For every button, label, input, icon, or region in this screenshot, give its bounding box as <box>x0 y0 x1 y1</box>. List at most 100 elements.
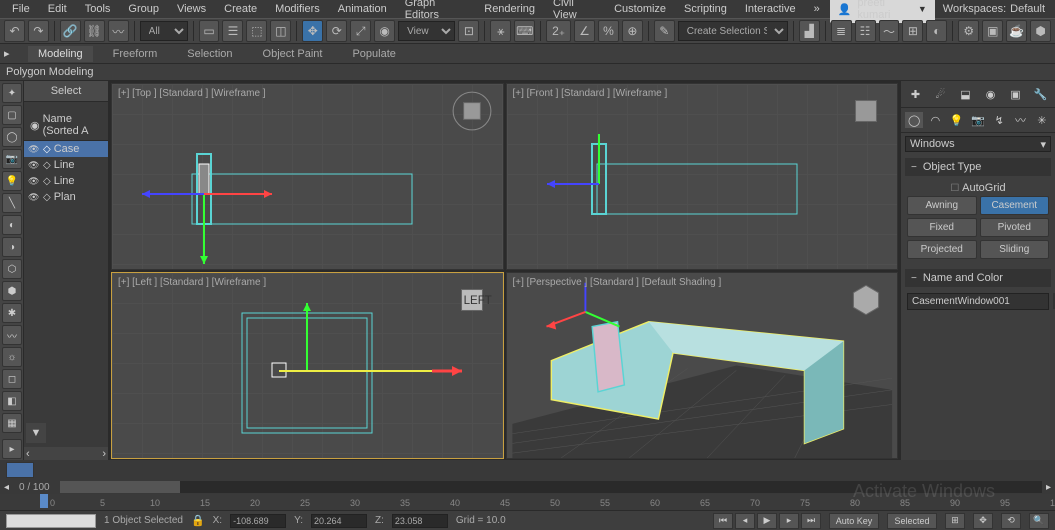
spinner-snap-button[interactable]: ⊕ <box>622 20 643 42</box>
autokey-button[interactable]: Auto Key <box>829 513 879 529</box>
lt-box[interactable]: ▢ <box>2 105 22 125</box>
arnold-button[interactable]: ⬢ <box>1030 20 1051 42</box>
redo-button[interactable]: ↷ <box>28 20 49 42</box>
tab-hierarchy[interactable]: ⬓ <box>957 85 975 103</box>
coord-x-input[interactable] <box>230 514 286 528</box>
select-move-button[interactable]: ✥ <box>302 20 323 42</box>
prev-frame-button[interactable]: ◂ <box>735 513 755 529</box>
ribbon-tab-object-paint[interactable]: Object Paint <box>253 46 333 62</box>
menu-group[interactable]: Group <box>120 1 167 17</box>
nav-a[interactable]: ⊞ <box>945 513 965 529</box>
tab-utilities[interactable]: 🔧 <box>1032 85 1050 103</box>
lt-d[interactable]: ◧ <box>2 391 22 411</box>
lt-sphere[interactable]: ◯ <box>2 127 22 147</box>
keyboard-shortcut-button[interactable]: ⌨ <box>514 20 535 42</box>
section-header-object-type[interactable]: Object Type <box>905 158 1051 176</box>
menu-rendering[interactable]: Rendering <box>476 1 543 17</box>
render-button[interactable]: ☕ <box>1006 20 1027 42</box>
btn-awning[interactable]: Awning <box>907 196 977 215</box>
viewcube-persp[interactable] <box>845 279 887 321</box>
ribbon-tab-populate[interactable]: Populate <box>342 46 405 62</box>
snap-2d-button[interactable]: 2₊ <box>546 20 571 42</box>
maxscript-input[interactable] <box>6 514 96 528</box>
btn-pivoted[interactable]: Pivoted <box>980 218 1050 237</box>
cat-lights[interactable]: 💡 <box>948 112 966 128</box>
btn-casement[interactable]: Casement <box>980 196 1050 215</box>
percent-snap-button[interactable]: % <box>598 20 619 42</box>
menu-modifiers[interactable]: Modifiers <box>267 1 328 17</box>
curve-editor-button[interactable]: 〜 <box>879 20 900 42</box>
link-button[interactable]: 🔗 <box>60 20 81 42</box>
scene-item-plane[interactable]: 👁◇ Plan <box>24 189 108 205</box>
lt-space[interactable]: 〰 <box>2 325 22 345</box>
autogrid-checkbox[interactable]: ☐ AutoGrid <box>905 180 1051 196</box>
select-object-button[interactable]: ▭ <box>199 20 220 42</box>
viewport-layout-button[interactable] <box>6 462 34 478</box>
named-selection-dropdown[interactable]: Create Selection Se <box>678 21 788 41</box>
filter-icon[interactable]: ▼ <box>26 423 46 443</box>
cat-spacewarps[interactable]: 〰 <box>1012 112 1030 128</box>
nav-d[interactable]: 🔍 <box>1029 513 1049 529</box>
ribbon-tab-modeling[interactable]: Modeling <box>28 46 93 62</box>
btn-projected[interactable]: Projected <box>907 240 977 259</box>
viewport-label[interactable]: [+] [Top ] [Standard ] [Wireframe ] <box>118 88 266 99</box>
btn-sliding[interactable]: Sliding <box>980 240 1050 259</box>
time-slider[interactable] <box>40 494 48 508</box>
lt-create[interactable]: ✦ <box>2 83 22 103</box>
cat-systems[interactable]: ✳ <box>1033 112 1051 128</box>
cat-shapes[interactable]: ◠ <box>926 112 944 128</box>
render-frame-button[interactable]: ▣ <box>982 20 1003 42</box>
lt-camera[interactable]: 📷 <box>2 149 22 169</box>
key-filter-button[interactable]: Selected <box>887 513 937 529</box>
next-frame-button[interactable]: ▸ <box>779 513 799 529</box>
lt-b[interactable]: ⬢ <box>2 281 22 301</box>
viewport-left[interactable]: [+] [Left ] [Standard ] [Wireframe ] LEF… <box>111 272 504 459</box>
scene-item-line2[interactable]: 👁◇ Line <box>24 173 108 189</box>
nav-b[interactable]: ✥ <box>973 513 993 529</box>
ribbon-tab-freeform[interactable]: Freeform <box>103 46 168 62</box>
ribbon-tab-selection[interactable]: Selection <box>177 46 242 62</box>
tab-display[interactable]: ▣ <box>1007 85 1025 103</box>
scene-item-casement[interactable]: 👁◇ Case <box>24 141 108 157</box>
angle-snap-button[interactable]: ∠ <box>574 20 595 42</box>
lt-e[interactable]: ▦ <box>2 413 22 433</box>
cat-cameras[interactable]: 📷 <box>969 112 987 128</box>
lt-light[interactable]: 💡 <box>2 171 22 191</box>
timeline-ruler[interactable]: 0510152025303540455055606570758085909510… <box>0 494 1055 510</box>
tab-modify[interactable]: ☄ <box>932 85 950 103</box>
subcategory-dropdown[interactable]: Windows▾ <box>905 136 1051 152</box>
select-rotate-button[interactable]: ⟳ <box>326 20 347 42</box>
menu-overflow[interactable]: » <box>806 1 828 17</box>
lt-a[interactable]: ⬡ <box>2 259 22 279</box>
viewcube-left[interactable]: LEFT <box>451 279 493 321</box>
menu-views[interactable]: Views <box>169 1 214 17</box>
undo-button[interactable]: ↶ <box>4 20 25 42</box>
viewport-top[interactable]: [+] [Top ] [Standard ] [Wireframe ] <box>111 83 504 270</box>
viewport-label[interactable]: [+] [Perspective ] [Standard ] [Default … <box>513 277 722 288</box>
viewcube-top[interactable] <box>451 90 493 132</box>
scene-column-header[interactable]: ◉ Name (Sorted A <box>24 110 108 141</box>
tab-create[interactable]: ✚ <box>907 85 925 103</box>
lt-line[interactable]: ╲ <box>2 193 22 213</box>
tab-motion[interactable]: ◉ <box>982 85 1000 103</box>
viewport-perspective[interactable]: [+] [Perspective ] [Standard ] [Default … <box>506 272 899 459</box>
goto-end-button[interactable]: ⏭ <box>801 513 821 529</box>
lock-icon[interactable]: 🔒 <box>191 514 205 527</box>
viewport-label[interactable]: [+] [Front ] [Standard ] [Wireframe ] <box>513 88 668 99</box>
menu-create[interactable]: Create <box>216 1 265 17</box>
select-scale-button[interactable]: ⤢ <box>350 20 371 42</box>
layers-button[interactable]: ☷ <box>855 20 876 42</box>
lt-helper[interactable]: ✱ <box>2 303 22 323</box>
btn-fixed[interactable]: Fixed <box>907 218 977 237</box>
mirror-button[interactable]: ▟ <box>799 20 820 42</box>
window-crossing-button[interactable]: ◫ <box>270 20 291 42</box>
viewport-label[interactable]: [+] [Left ] [Standard ] [Wireframe ] <box>118 277 266 288</box>
lt-system[interactable]: ☼ <box>2 347 22 367</box>
bind-button[interactable]: 〰 <box>108 20 129 42</box>
viewport-front[interactable]: [+] [Front ] [Standard ] [Wireframe ] <box>506 83 899 270</box>
nav-c[interactable]: ⟲ <box>1001 513 1021 529</box>
menu-customize[interactable]: Customize <box>606 1 674 17</box>
schematic-button[interactable]: ⊞ <box>902 20 923 42</box>
menu-scripting[interactable]: Scripting <box>676 1 735 17</box>
scene-item-line1[interactable]: 👁◇ Line <box>24 157 108 173</box>
